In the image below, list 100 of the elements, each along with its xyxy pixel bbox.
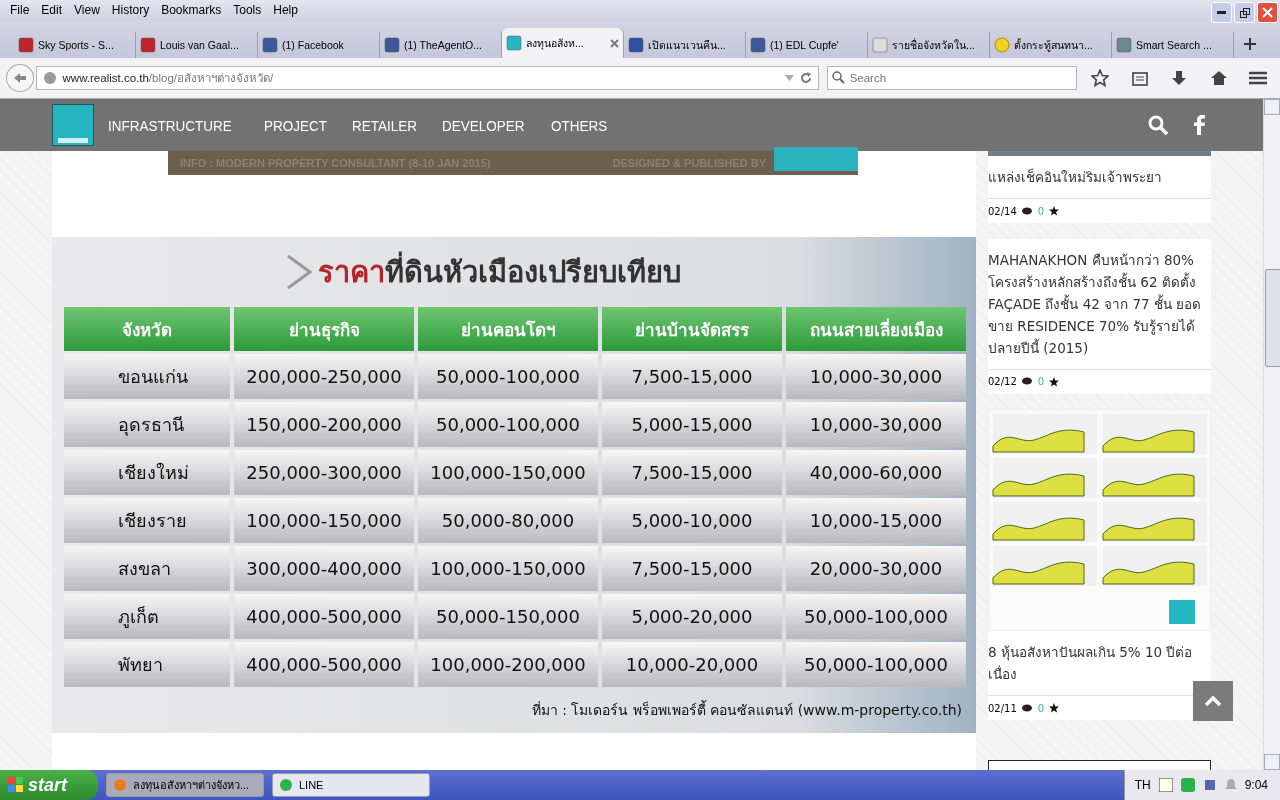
table-cell: 150,000-200,000 [234, 402, 414, 447]
menu-item[interactable]: Bookmarks [155, 3, 228, 17]
site-icon [384, 37, 400, 53]
nav-link[interactable]: PROJECT [263, 116, 327, 134]
column-header: ถนนสายเลี่ยงเมือง [786, 307, 966, 351]
post-title-link[interactable]: MAHANAKHON คืบหน้ากว่า 80% โครงสร้างหลักสร้างถึงชั้น 62 ติดตั้ง FAÇADE ถึงชั้น 42 จาก 77 ชั้น ยอดขาย RESIDENCE 70% รับรู้รายได้ปลายปีนี้ (2015) [988, 238, 1211, 370]
site-icon [1116, 37, 1132, 53]
column-header: ย่านคอนโดฯ [418, 307, 598, 351]
clock: 9:04 [1244, 778, 1268, 792]
menu-item[interactable]: Tools [227, 3, 268, 17]
star-icon[interactable] [1049, 376, 1060, 387]
comment-count: 0 [1037, 205, 1045, 217]
back-button[interactable] [6, 64, 34, 92]
table-cell: 250,000-300,000 [234, 450, 414, 495]
table-cell: 50,000-100,000 [418, 354, 598, 399]
column-header: ย่านธุรกิจ [234, 307, 414, 351]
dropdown-icon[interactable] [784, 75, 794, 81]
restore-button[interactable] [1234, 2, 1255, 23]
table-cell: 5,000-20,000 [602, 594, 782, 639]
comments-icon [1021, 703, 1033, 713]
back-to-top-button[interactable] [1193, 681, 1233, 721]
photo-placeholder[interactable] [988, 151, 1211, 157]
menu-item[interactable]: File [4, 3, 36, 17]
table-cell: 50,000-150,000 [418, 594, 598, 639]
table-cell: สงขลา [64, 546, 230, 591]
nav-link[interactable]: DEVELOPER [441, 116, 525, 134]
table-cell: 50,000-100,000 [418, 402, 598, 447]
nav-link[interactable]: RETAILER [351, 116, 417, 134]
app-icon [279, 778, 293, 792]
language-indicator[interactable]: TH [1134, 778, 1151, 792]
table-cell: 5,000-10,000 [602, 498, 782, 543]
star-icon[interactable] [1049, 703, 1060, 713]
table-cell: 7,500-15,000 [602, 546, 782, 591]
nav-link[interactable]: OTHERS [551, 116, 608, 134]
start-button[interactable]: start [0, 770, 98, 800]
table-cell: 400,000-500,000 [234, 594, 414, 639]
table-cell: 5,000-15,000 [602, 402, 782, 447]
search-icon[interactable] [1148, 115, 1168, 135]
table-cell: 100,000-150,000 [234, 498, 414, 543]
site-icon [628, 37, 644, 53]
site-icon [750, 37, 766, 53]
table-cell: 50,000-80,000 [418, 498, 598, 543]
chevron-up-icon [1204, 695, 1222, 707]
column-header: ย่านบ้านจัดสรร [602, 307, 782, 351]
site-icon [140, 37, 156, 53]
restore-icon [1239, 7, 1250, 18]
table-cell: 10,000-30,000 [786, 354, 966, 399]
star-icon[interactable] [1049, 206, 1060, 217]
table-cell: 50,000-100,000 [786, 594, 966, 639]
search-field[interactable]: Search [826, 66, 1077, 90]
close-icon[interactable] [610, 38, 619, 48]
post-title-link[interactable]: แหล่งเช็คอินใหม่ริมเจ้าพระยา [988, 156, 1211, 200]
table-cell: ภูเก็ต [64, 594, 230, 639]
table-cell: เชียงใหม่ [64, 450, 230, 495]
post-date: 02/14 [988, 205, 1017, 217]
post-date: 02/11 [988, 702, 1017, 714]
scrollbar-thumb[interactable] [1265, 269, 1280, 367]
menu-item[interactable]: Help [267, 3, 304, 17]
taskbar-button[interactable]: ลงทุนอสังหาฯต่างจังหว... [106, 773, 264, 797]
post-title-link[interactable]: 8 หุ้นอสังหาปันผลเกิน 5% 10 ปีต่อเนื่อง [988, 630, 1211, 696]
address-bar[interactable]: www.realist.co.th/blog/อสังหาฯต่างจังหวัด/ [35, 66, 819, 90]
table-cell: 200,000-250,000 [234, 354, 414, 399]
site-icon [262, 37, 278, 53]
browser-tab[interactable]: ลงทุนอสังห... [502, 28, 624, 58]
comments-icon [1021, 206, 1033, 216]
site-logo[interactable] [52, 104, 94, 146]
menu-item[interactable]: View [68, 3, 106, 17]
close-button[interactable] [1257, 2, 1278, 23]
smiley-icon [994, 37, 1010, 53]
facebook-f-icon[interactable] [1194, 115, 1205, 135]
network-icon[interactable] [1202, 778, 1217, 792]
table-cell: 50,000-100,000 [786, 642, 966, 687]
table-cell: 100,000-150,000 [418, 546, 598, 591]
minimize-icon [1217, 11, 1226, 14]
site-icon [506, 35, 522, 51]
site-icon [872, 37, 888, 53]
table-title: ราคาที่ดินหัวเมืองเปรียบเทียบ [318, 249, 681, 295]
app-icon [113, 778, 127, 792]
source-note: ที่มา : โมเดอร์น พร็อพเพอร์ตี้ คอนซัลแตนท์ (www.m-property.co.th) [531, 699, 962, 720]
menu-item[interactable]: Edit [35, 3, 69, 17]
table-cell: 7,500-15,000 [602, 450, 782, 495]
column-header: จังหวัด [64, 307, 230, 351]
table-cell: ขอนแก่น [64, 354, 230, 399]
globe-icon [42, 71, 57, 85]
minimize-button[interactable] [1211, 2, 1232, 23]
table-cell: พัทยา [64, 642, 230, 687]
stock-charts-image[interactable] [988, 408, 1211, 631]
close-icon [1262, 7, 1273, 18]
help-icon[interactable] [1158, 778, 1173, 792]
menu-item[interactable]: History [105, 3, 156, 17]
reload-icon[interactable] [799, 72, 812, 84]
chat-app-icon[interactable] [1180, 778, 1195, 792]
table-cell: อุดรธานี [64, 402, 230, 447]
table-cell: 10,000-20,000 [602, 642, 782, 687]
table-cell: 100,000-150,000 [418, 450, 598, 495]
taskbar-button[interactable]: LINE [272, 773, 430, 797]
nav-link[interactable]: INFRASTRUCTURE [108, 116, 232, 134]
chevron-icon [286, 254, 312, 290]
table-cell: 40,000-60,000 [786, 450, 966, 495]
table-cell: 100,000-200,000 [418, 642, 598, 687]
